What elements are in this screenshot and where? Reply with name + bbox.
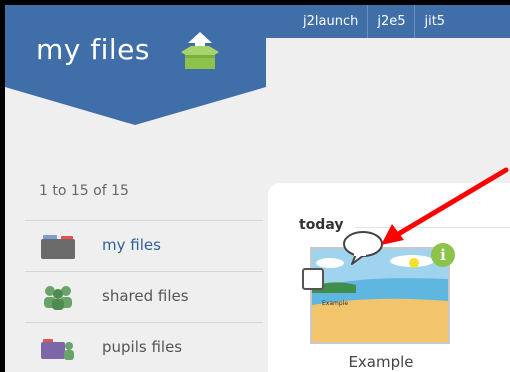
app-frame: j2launch j2e5 jit5 my files 1 to 15 of 1… — [5, 5, 510, 372]
sidebar-item-pupils-files[interactable]: pupils files — [25, 323, 263, 372]
folder-icon — [41, 235, 75, 259]
nav-link-j2e5[interactable]: j2e5 — [367, 5, 414, 38]
nav-link-j2launch[interactable]: j2launch — [294, 5, 367, 38]
page-header-banner: my files — [5, 5, 266, 125]
info-icon[interactable]: i — [431, 243, 455, 267]
file-select-checkbox[interactable] — [302, 268, 324, 290]
speech-bubble-icon[interactable] — [342, 229, 384, 267]
pupil-folder-icon — [41, 339, 74, 360]
people-icon — [44, 286, 72, 310]
sidebar-item-label: pupils files — [102, 338, 183, 356]
nav-link-jit5[interactable]: jit5 — [414, 5, 454, 38]
box-upload-icon — [181, 32, 219, 69]
section-divider — [355, 227, 510, 228]
top-nav-links: j2launch j2e5 jit5 — [294, 5, 454, 38]
files-panel: today Example i Example — [268, 183, 510, 372]
page-title: my files — [36, 33, 150, 66]
file-count: 1 to 15 of 15 — [39, 183, 129, 199]
thumbnail-label: Example — [322, 300, 349, 307]
sidebar-item-label: shared files — [102, 287, 189, 305]
file-name[interactable]: Example — [311, 353, 451, 371]
sidebar-item-shared-files[interactable]: shared files — [25, 272, 263, 323]
sidebar-nav: my files shared files pupils files — [25, 220, 263, 372]
sidebar-item-label: my files — [102, 236, 161, 254]
sidebar-item-my-files[interactable]: my files — [25, 221, 263, 272]
section-heading: today — [299, 217, 344, 233]
